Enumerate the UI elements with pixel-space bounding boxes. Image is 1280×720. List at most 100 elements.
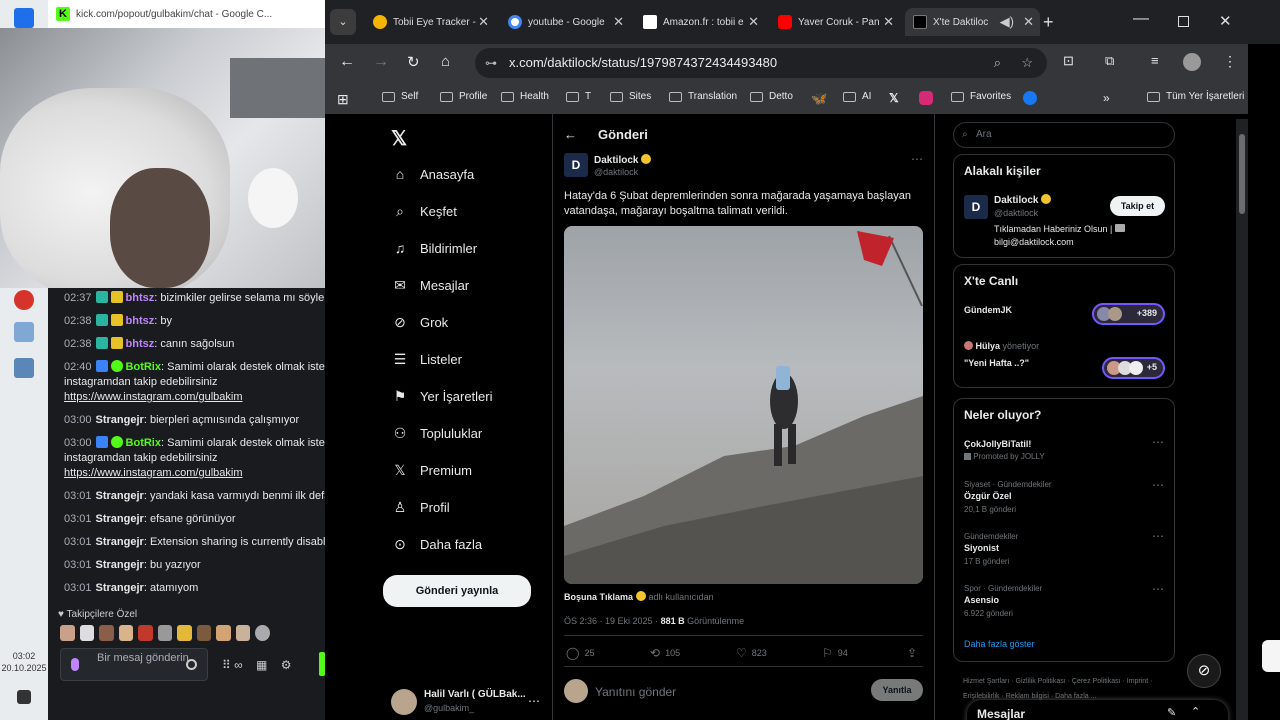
kick-window-titlebar[interactable]: K kick.com/popout/gulbakim/chat - Google…	[48, 0, 328, 28]
chat-link[interactable]: https://www.instagram.com/gulbakim	[64, 390, 326, 405]
emote-icon[interactable]	[99, 625, 114, 641]
users-icon[interactable]: ⠿	[222, 658, 231, 672]
messages-drawer[interactable]: Mesajlar ✎ ⌃	[967, 700, 1228, 720]
apps-icon[interactable]: ⊞	[337, 91, 349, 108]
emote-icon[interactable]	[138, 625, 153, 641]
nav-messages[interactable]: ✉ Mesajlar	[392, 273, 469, 297]
microphone-icon[interactable]	[71, 658, 79, 671]
account-menu-icon[interactable]: ⋯	[528, 694, 540, 708]
post-image[interactable]	[564, 226, 923, 584]
tab-youtube-search[interactable]: youtube - Google ✕	[500, 8, 630, 36]
close-tab-icon[interactable]: ✕	[613, 14, 624, 30]
install-icon[interactable]: ⊡	[1063, 53, 1074, 69]
bookmark-action[interactable]: ⚐ 94	[822, 646, 848, 660]
emote-icon[interactable]	[157, 625, 173, 641]
x-logo-icon[interactable]: 𝕏	[391, 126, 407, 151]
app-icon[interactable]	[14, 290, 34, 310]
tab-amazon[interactable]: Amazon.fr : tobii e ✕	[635, 8, 765, 36]
menu-icon[interactable]: ⋮	[1223, 53, 1237, 70]
trend-item[interactable]: Spor · Gündemdekiler Asensio 6.922 gönde…	[964, 584, 1042, 618]
system-clock[interactable]: 03:02 20.10.2025	[0, 650, 48, 674]
relevant-name[interactable]: Daktilock	[994, 194, 1052, 206]
emote-icon[interactable]	[255, 625, 271, 641]
bookmark-folder[interactable]: Translation	[669, 91, 737, 102]
new-tab-button[interactable]: +	[1043, 12, 1054, 33]
author-name[interactable]: Daktilock	[594, 154, 652, 166]
emoji-icon[interactable]	[186, 659, 197, 670]
live-listeners-pill[interactable]: +389	[1092, 303, 1165, 325]
bluesky-icon[interactable]: 🦋	[811, 91, 827, 107]
emote-icon[interactable]	[118, 625, 134, 641]
notification-icon[interactable]	[17, 690, 31, 704]
more-bookmarks-icon[interactable]: »	[1103, 91, 1110, 105]
bookmark-folder[interactable]: Self	[382, 91, 418, 102]
minimize-button[interactable]: —	[1133, 10, 1149, 28]
emote-icon[interactable]	[177, 625, 192, 641]
reload-button[interactable]: ↻	[407, 53, 420, 71]
close-tab-icon[interactable]: ✕	[478, 14, 489, 30]
page-scrollbar[interactable]	[1236, 119, 1248, 720]
trend-more-icon[interactable]: ⋯	[1152, 529, 1164, 543]
post-more-icon[interactable]: ⋯	[911, 152, 923, 166]
reply-action[interactable]: ◯ 25	[566, 646, 594, 660]
trend-item[interactable]: Siyaset · Gündemdekiler Özgür Özel 20,1 …	[964, 480, 1052, 514]
relevant-avatar[interactable]: D	[964, 195, 988, 219]
profile-avatar[interactable]	[1183, 53, 1201, 71]
home-button[interactable]: ⌂	[441, 53, 450, 70]
chat-input[interactable]: Bir mesaj gönderin	[60, 648, 208, 681]
site-info-icon[interactable]: ⊶	[485, 48, 497, 78]
emote-icon[interactable]	[235, 625, 251, 641]
emote-icon[interactable]	[216, 625, 231, 641]
nav-explore[interactable]: ⌕ Keşfet	[392, 199, 457, 223]
app-icon[interactable]	[14, 322, 34, 342]
address-bar[interactable]: ⊶ x.com/daktilock/status/197987437243449…	[475, 48, 1047, 78]
trend-item[interactable]: ÇokJollyBiTatil! Promoted by JOLLY	[964, 439, 1045, 461]
post-button[interactable]: Gönderi yayınla	[383, 575, 531, 607]
nav-premium[interactable]: 𝕏 Premium	[392, 458, 472, 482]
scrollbar-thumb[interactable]	[1239, 134, 1245, 214]
forward-button[interactable]: →	[373, 53, 389, 71]
emote-icon[interactable]	[60, 625, 75, 641]
new-message-icon[interactable]: ✎	[1167, 706, 1176, 719]
nav-home[interactable]: ⌂ Anasayfa	[392, 162, 474, 186]
chat-link[interactable]: https://www.instagram.com/gulbakim	[64, 466, 326, 481]
instagram-icon[interactable]	[919, 91, 933, 105]
x-bookmark-icon[interactable]: 𝕏	[889, 91, 899, 105]
close-tab-icon[interactable]: ✕	[883, 14, 894, 30]
bookmark-folder[interactable]: Health	[501, 91, 549, 102]
trend-more-icon[interactable]: ⋯	[1152, 435, 1164, 449]
bookmark-folder[interactable]: T	[566, 91, 591, 102]
follow-button[interactable]: Takip et	[1110, 196, 1165, 216]
bookmark-folder[interactable]: Favorites	[951, 91, 1011, 102]
expand-icon[interactable]: ⌃	[1191, 705, 1200, 718]
grok-fab-button[interactable]: ⊘	[1187, 654, 1221, 688]
trend-more-icon[interactable]: ⋯	[1152, 478, 1164, 492]
trend-more-icon[interactable]: ⋯	[1152, 582, 1164, 596]
back-arrow-icon[interactable]: ←	[564, 127, 577, 142]
bookmark-folder[interactable]: Detto	[750, 91, 793, 102]
infinity-icon[interactable]: ∞	[234, 658, 243, 672]
bookmark-star-icon[interactable]: ☆	[1021, 48, 1033, 78]
close-window-button[interactable]: ✕	[1219, 12, 1232, 30]
speaker-icon[interactable]: ◀)	[1000, 14, 1014, 30]
app-icon[interactable]	[14, 358, 34, 378]
zoom-icon[interactable]: ⌕	[994, 48, 1001, 78]
windows-start-icon[interactable]	[14, 8, 34, 28]
side-app-icon[interactable]	[1262, 640, 1280, 672]
nav-profile[interactable]: ♙ Profil	[392, 495, 450, 519]
search-input[interactable]: ⌕ Ara	[953, 122, 1175, 148]
tab-tobii[interactable]: Tobii Eye Tracker - ✕	[365, 8, 495, 36]
all-bookmarks-folder[interactable]: Tüm Yer İşaretleri	[1147, 91, 1244, 102]
shop-icon[interactable]: ▦	[256, 658, 267, 672]
facebook-icon[interactable]	[1023, 91, 1037, 105]
maximize-button[interactable]	[1178, 16, 1189, 27]
emote-icon[interactable]	[196, 625, 212, 641]
credit-user[interactable]: Boşuna Tıklama	[564, 592, 633, 602]
media-icon[interactable]: ≡	[1151, 53, 1159, 68]
reply-input[interactable]: Yanıtını gönder	[595, 685, 676, 699]
back-button[interactable]: ←	[339, 53, 355, 71]
close-tab-icon[interactable]: ✕	[1023, 14, 1034, 30]
share-action[interactable]: ⇪	[907, 646, 917, 660]
bookmark-folder[interactable]: Sites	[610, 91, 651, 102]
nav-grok[interactable]: ⊘ Grok	[392, 310, 448, 334]
